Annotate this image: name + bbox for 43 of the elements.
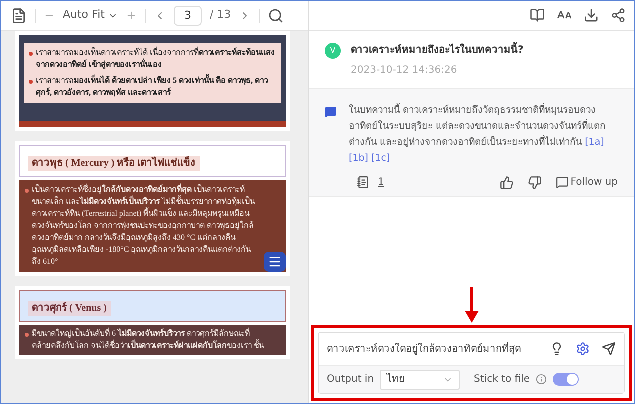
- slide-text: มีขนาดใหญ่เป็นอันดับที่ 6 ไม่มีดวงจันทร์บริวาร ดาวศุกร์มีลักษณะที่คล้ายคลึงกับโลก จนได้ชื่อว่าเป็นดาวเคราะห์ฝาแฝดกับโลกของเรา ชั้น: [32, 328, 266, 352]
- page-field[interactable]: 3: [174, 6, 202, 26]
- message-field[interactable]: ดาวเคราะห์ดวงใดอยู่ใกล้ดวงอาทิตย์มากที่สุด: [327, 342, 538, 356]
- send-icon[interactable]: [602, 342, 616, 356]
- search-icon[interactable]: [268, 8, 284, 24]
- slide-text: เป็นดาวเคราะห์ซึ่งอยู่ใกล้กับดวงอาทิตย์มากที่สุด เป็นดาวเคราะห์ขนาดเล็ก และไม่มีดวงจันทร์เป็นบริวาร ไม่มีชั้นบรรยากาศห่อหุ้มเป็นดาวเคราะห์หิน (Terrestrial planet) พื้นผิวแข็ง และมีหลุมพรุนเหมือนดวงจันทร์ของโลก จากการพุ่งชนปะทะของอุกกาบาต ดาวพุธอยู่ใกล้ดวงอาทิตย์มาก กลางวันจึงมีอุณหภูมิสูงถึง 430 °C แต่กลางคืนอุณหภูมิลดเหลือเพียง -180°C อุณหภูมิกลางวันกลางคืนแตกต่างกันถึง 610°: [32, 184, 256, 268]
- thumbs-up-icon[interactable]: [500, 176, 514, 190]
- settings-icon[interactable]: [576, 342, 590, 356]
- arrow-annotation: [464, 287, 478, 323]
- slide-text: เราสามารถมองเห็นได้ ด้วยตาเปล่า เพียง 5 ดวงเท่านั้น คือ ดาวพุธ, ดาวศุกร์, ดาวอังคาร, ดาวพฤหัส และดาวเสาร์: [36, 75, 269, 99]
- follow-up-button[interactable]: Follow up: [556, 175, 618, 190]
- citation-link[interactable]: [1a]: [585, 137, 604, 148]
- slide-text: เราสามารถมองเห็นดาวเคราะห์ได้ เนื่องจากการที่ดาวเคราะห์สะท้อนแสงจากดวงอาทิตย์ เข้าสู่ตาของเรานั่นเอง: [36, 47, 276, 71]
- question-text: ดาวเคราะห์หมายถึงอะไรในบทความนี้?: [351, 43, 524, 58]
- slide-title: ดาวศุกร์ ( Venus ): [28, 301, 111, 316]
- bullet-icon: [29, 52, 33, 56]
- slide-title: ดาวพุธ ( Mercury ) หรือ เตาไฟแช่แข็ง: [28, 156, 200, 171]
- output-label: Output in: [327, 373, 374, 387]
- document-icon[interactable]: [11, 8, 27, 24]
- chat-badge-icon[interactable]: [264, 252, 286, 272]
- answer-text: ในบทความนี้ ดาวเคราะห์หมายถึงวัตถุธรรมชาติที่หมุนรอบดวงอาทิตย์ในระบบสุริยะ แต่ละดวงขนาดและจำนวนดวงจันทร์ที่แตกต่างกัน และอยู่ห่างจากดวงอาทิตย์เป็นระยะทางที่ไม่เท่ากัน [1a] [1b] [1c]: [349, 103, 608, 166]
- bullet-icon: [25, 333, 29, 337]
- chat-icon: [325, 106, 337, 118]
- download-icon[interactable]: [584, 8, 599, 23]
- question-time: 2023-10-12 14:36:26: [351, 64, 458, 78]
- book-icon[interactable]: [530, 8, 545, 23]
- thumbs-down-icon[interactable]: [528, 176, 542, 190]
- share-icon[interactable]: [611, 8, 626, 23]
- lightbulb-icon[interactable]: [550, 342, 564, 356]
- citation-link[interactable]: [1b]: [349, 153, 368, 164]
- source-count-link[interactable]: 1: [378, 175, 384, 190]
- notes-icon[interactable]: [357, 176, 370, 189]
- speech-bubble-icon: [556, 176, 569, 189]
- citation-link[interactable]: [1c]: [372, 153, 390, 164]
- zoom-dropdown[interactable]: Auto Fit: [63, 7, 118, 24]
- bullet-icon: [29, 80, 33, 84]
- bullet-icon: [25, 189, 29, 193]
- user-avatar: V: [325, 43, 341, 59]
- language-select[interactable]: ไทย: [380, 370, 460, 390]
- stick-toggle[interactable]: [553, 373, 579, 386]
- page-total: / 13: [210, 7, 232, 24]
- info-icon[interactable]: [536, 374, 547, 385]
- stick-label: Stick to file: [474, 373, 530, 387]
